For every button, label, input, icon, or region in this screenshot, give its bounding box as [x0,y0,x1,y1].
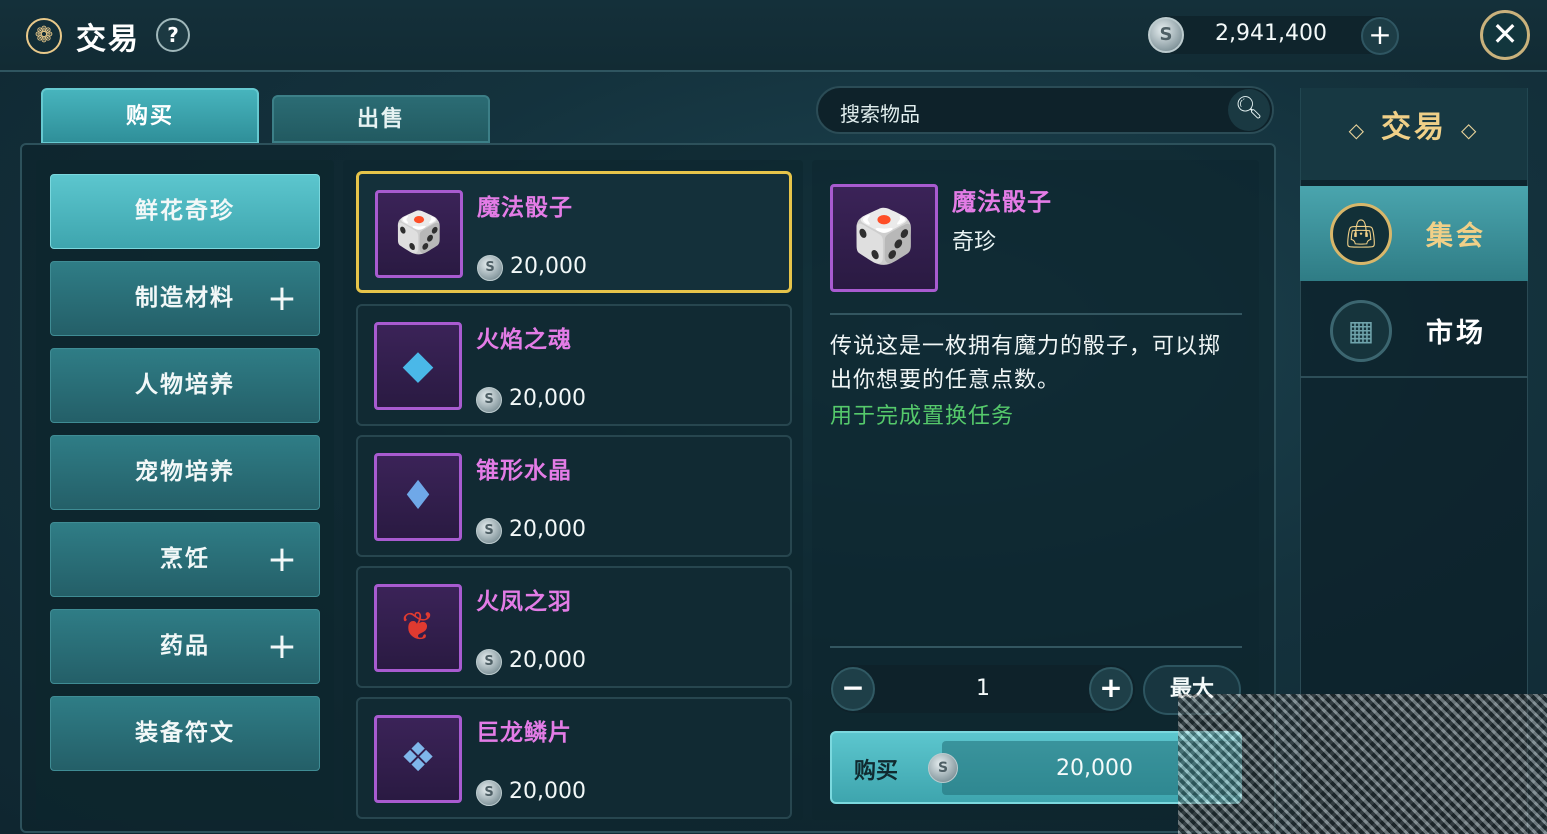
search-icon[interactable]: 🔍︎ [1228,89,1270,131]
pendulum-crystal-icon: ♦ [374,453,462,541]
search-input[interactable]: 搜索物品 [840,98,920,127]
shopping-bag-icon: 👜︎ [1330,203,1392,265]
nav-item-market[interactable]: ▦ 市场 [1300,283,1528,378]
category-flowers-treasures[interactable]: 鲜花奇珍 [50,174,320,249]
item-name: 巨龙鳞片 [476,720,572,746]
silver-coin-icon: S [476,649,502,675]
diamond-ornament-icon: ◇ [1461,118,1480,142]
dice-icon: 🎲 [375,190,463,278]
market-stall-icon: ▦ [1330,300,1392,362]
buy-price: 20,000 [1056,756,1133,781]
item-card[interactable]: ❦ 火凤之羽 S 20,000 [356,566,792,688]
detail-usage: 用于完成置换任务 [830,404,1015,429]
detail-item-name: 魔法骰子 [952,188,1052,216]
item-card[interactable]: 🎲 魔法骰子 S 20,000 [356,171,792,293]
increase-quantity-button[interactable]: + [1089,667,1133,711]
fire-crystal-icon: ◆ [374,322,462,410]
nav-item-label: 集会 [1426,221,1486,252]
category-character-training[interactable]: 人物培养 [50,348,320,423]
item-card[interactable]: ♦ 锥形水晶 S 20,000 [356,435,792,557]
divider [830,646,1242,648]
silver-coin-icon: S [477,255,503,281]
expand-plus-icon: + [266,539,299,580]
category-label: 宠物培养 [135,459,235,485]
category-pet-training[interactable]: 宠物培养 [50,435,320,510]
silver-coin-icon: S [476,518,502,544]
right-nav-title-text: 交易 [1381,110,1447,145]
silver-coin-icon: S [928,753,958,783]
item-price: 20,000 [509,386,586,411]
silver-coin-icon: S [476,780,502,806]
expand-plus-icon: + [266,626,299,667]
category-label: 烹饪 [160,546,210,572]
gear-flower-icon: ❁ [26,18,62,54]
detail-description: 传说这是一枚拥有魔力的骰子，可以掷出你想要的任意点数。 [830,334,1222,393]
category-equipment-runes[interactable]: 装备符文 [50,696,320,771]
item-price: 20,000 [509,779,586,804]
detail-item-type: 奇珍 [952,230,997,255]
item-price: 20,000 [509,517,586,542]
item-price: 20,000 [510,254,587,279]
decrease-quantity-button[interactable]: − [831,667,875,711]
quantity-value[interactable]: 1 [940,676,1026,701]
category-label: 人物培养 [135,372,235,398]
diamond-ornament-icon: ◇ [1348,118,1367,142]
silver-coin-icon: S [476,387,502,413]
category-cooking[interactable]: 烹饪 + [50,522,320,597]
currency-value: 2,941,400 [1215,21,1327,46]
tab-sell[interactable]: 出售 [272,95,490,143]
close-button[interactable]: ✕ [1480,10,1530,60]
category-crafting-materials[interactable]: 制造材料 + [50,261,320,336]
category-medicine[interactable]: 药品 + [50,609,320,684]
help-button[interactable]: ? [156,18,190,52]
nav-item-gathering[interactable]: 👜︎ 集会 [1300,186,1528,281]
dice-icon: 🎲 [830,184,938,292]
noise-overlay [1178,694,1547,834]
item-card[interactable]: ❖ 巨龙鳞片 S 20,000 [356,697,792,819]
tab-buy[interactable]: 购买 [41,88,259,144]
item-price: 20,000 [509,648,586,673]
item-name: 锥形水晶 [476,458,572,484]
category-label: 制造材料 [135,285,235,311]
buy-label: 购买 [854,759,899,784]
item-name: 魔法骰子 [477,195,573,221]
category-label: 装备符文 [135,720,235,746]
divider [830,313,1242,315]
item-name: 火凤之羽 [476,589,572,615]
dragon-scale-icon: ❖ [374,715,462,803]
right-nav-title: ◇ 交易 ◇ [1300,102,1528,146]
category-label: 鲜花奇珍 [135,198,235,224]
page-title: 交易 [76,22,140,57]
add-currency-button[interactable]: + [1361,17,1399,55]
red-feather-icon: ❦ [374,584,462,672]
category-label: 药品 [160,633,210,659]
silver-coin-icon: S [1148,17,1184,53]
item-name: 火焰之魂 [476,327,572,353]
expand-plus-icon: + [266,278,299,319]
search-bar[interactable]: 搜索物品 🔍︎ [816,86,1274,134]
nav-item-label: 市场 [1426,318,1486,349]
item-card[interactable]: ◆ 火焰之魂 S 20,000 [356,304,792,426]
